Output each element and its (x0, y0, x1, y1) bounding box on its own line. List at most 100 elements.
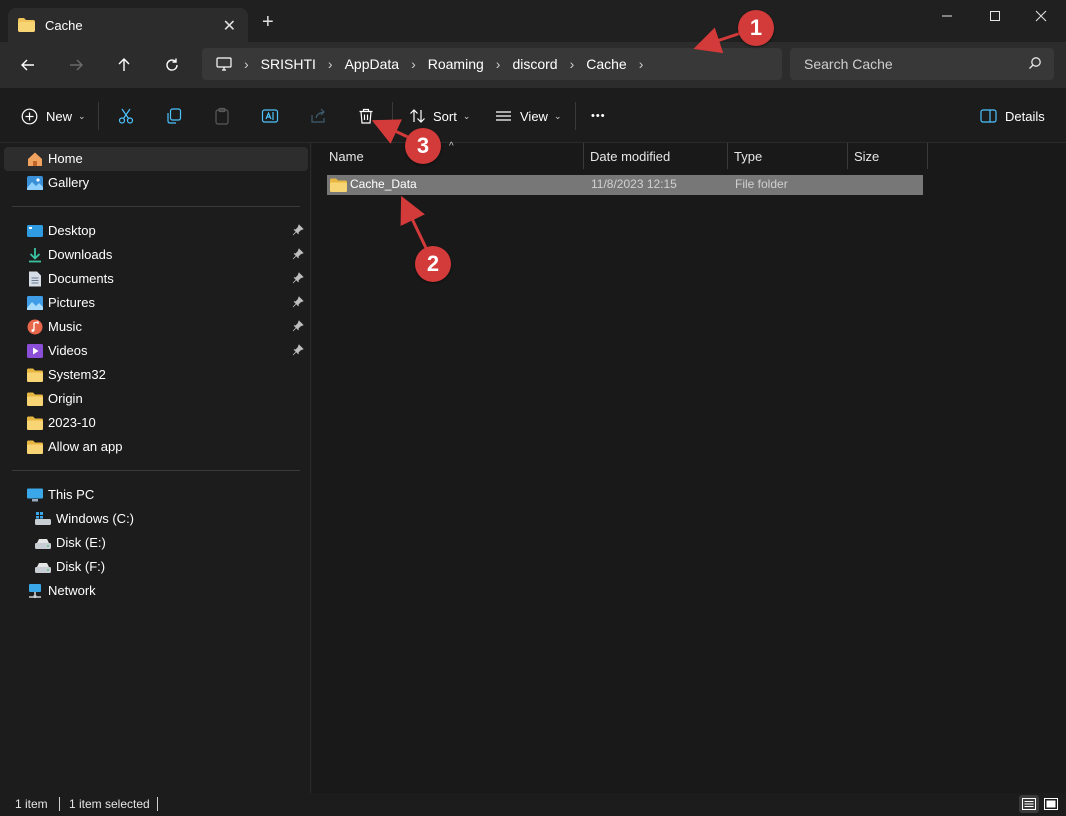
file-list: Name ^ Date modified Type Size Cache_Dat… (312, 141, 1066, 793)
tiles-view-button[interactable] (1041, 795, 1061, 813)
new-tab-button[interactable]: + (262, 12, 274, 32)
maximize-button[interactable] (972, 4, 1018, 28)
sidebar-item-disk-e[interactable]: Disk (E:) (4, 531, 308, 555)
refresh-icon (166, 58, 178, 71)
details-button[interactable]: Details (980, 104, 1045, 128)
sidebar-item-label: Origin (48, 391, 83, 406)
file-name: Cache_Data (350, 177, 417, 191)
up-button[interactable] (109, 51, 139, 79)
search-placeholder: Search Cache (804, 56, 893, 72)
sidebar-item-system32[interactable]: System32 (4, 363, 308, 387)
sidebar-item-network[interactable]: Network (4, 579, 308, 603)
pin-icon[interactable] (292, 320, 304, 332)
sort-icon (410, 109, 425, 123)
back-button[interactable] (13, 51, 43, 79)
tab-cache[interactable]: Cache ✕ (8, 8, 248, 42)
column-header-type[interactable]: Type (728, 143, 848, 169)
column-header-size[interactable]: Size (848, 143, 928, 169)
refresh-button[interactable] (157, 51, 187, 79)
breadcrumb-roaming[interactable]: Roaming (428, 56, 484, 72)
sidebar-item-windows-c[interactable]: Windows (C:) (4, 507, 308, 531)
minimize-button[interactable] (924, 4, 970, 28)
scissors-icon (118, 108, 134, 124)
sort-button[interactable]: Sort ⌄ (409, 104, 470, 128)
chevron-down-icon: ⌄ (78, 110, 86, 121)
drive-icon (35, 563, 51, 573)
delete-button[interactable] (357, 104, 375, 128)
sidebar-item-label: Pictures (48, 295, 95, 310)
search-icon[interactable] (1028, 56, 1042, 70)
share-button[interactable] (309, 104, 327, 128)
folder-icon (27, 440, 43, 454)
chevron-right-icon[interactable]: › (411, 56, 416, 72)
pin-icon[interactable] (292, 248, 304, 260)
annotation-badge-2: 2 (415, 246, 451, 282)
sidebar-item-downloads[interactable]: Downloads (4, 243, 308, 267)
sidebar-item-label: This PC (48, 487, 95, 502)
sidebar-item-origin[interactable]: Origin (4, 387, 308, 411)
copy-button[interactable] (165, 104, 183, 128)
folder-icon (27, 416, 43, 430)
computer-icon (27, 488, 43, 502)
chevron-right-icon[interactable]: › (496, 56, 501, 72)
toolbar-divider (392, 102, 393, 130)
sidebar-item-home[interactable]: Home (4, 147, 308, 171)
view-button[interactable]: View ⌄ (495, 104, 562, 128)
sort-ascending-icon: ^ (449, 141, 454, 152)
pin-icon[interactable] (292, 272, 304, 284)
chevron-right-icon: › (244, 56, 249, 72)
maximize-icon (990, 11, 1000, 21)
sidebar-item-this-pc[interactable]: This PC (4, 483, 308, 507)
more-options-button[interactable]: ••• (591, 104, 606, 128)
folder-icon (27, 368, 43, 382)
paste-button[interactable] (213, 104, 231, 128)
folder-icon (27, 392, 43, 406)
close-window-button[interactable] (1018, 4, 1064, 28)
rename-icon (261, 109, 279, 123)
address-bar[interactable]: › SRISHTI › AppData › Roaming › discord … (202, 48, 782, 80)
pin-icon[interactable] (292, 224, 304, 236)
sidebar-item-disk-f[interactable]: Disk (F:) (4, 555, 308, 579)
column-header-label: Size (854, 148, 880, 164)
tiles-view-icon (1044, 798, 1058, 810)
item-count: 1 item (15, 797, 48, 811)
sidebar-item-pictures[interactable]: Pictures (4, 291, 308, 315)
sidebar-item-gallery[interactable]: Gallery (4, 171, 308, 195)
sidebar-item-label: System32 (48, 367, 106, 382)
close-icon (1035, 10, 1047, 22)
up-arrow-icon (118, 58, 130, 71)
breadcrumb-appdata[interactable]: AppData (345, 56, 399, 72)
chevron-right-icon[interactable]: › (570, 56, 575, 72)
pin-icon[interactable] (292, 344, 304, 356)
chevron-right-icon[interactable]: › (328, 56, 333, 72)
breadcrumb-discord[interactable]: discord (512, 56, 557, 72)
annotation-badge-1: 1 (738, 10, 774, 46)
sidebar-item-music[interactable]: Music (4, 315, 308, 339)
new-button[interactable]: New ⌄ (21, 104, 86, 128)
pin-icon[interactable] (292, 296, 304, 308)
details-view-icon (1022, 798, 1036, 810)
clipboard-icon (215, 107, 229, 125)
sidebar-item-documents[interactable]: Documents (4, 267, 308, 291)
details-view-button[interactable] (1019, 795, 1039, 813)
breadcrumb-cache[interactable]: Cache (586, 56, 626, 72)
windows-drive-icon (35, 512, 51, 525)
forward-button[interactable] (61, 51, 91, 79)
close-tab-icon[interactable]: ✕ (223, 16, 236, 36)
table-row[interactable]: Cache_Data 11/8/2023 12:15 File folder (327, 175, 923, 195)
back-arrow-icon (21, 59, 34, 71)
search-input[interactable]: Search Cache (790, 48, 1054, 80)
folder-icon (330, 178, 347, 192)
sidebar-item-desktop[interactable]: Desktop (4, 219, 308, 243)
sidebar-item-label: Disk (E:) (56, 535, 106, 550)
sidebar-item-videos[interactable]: Videos (4, 339, 308, 363)
breadcrumb-srishti[interactable]: SRISHTI (261, 56, 316, 72)
minimize-icon (942, 15, 952, 17)
rename-button[interactable] (261, 104, 279, 128)
chevron-right-icon[interactable]: › (639, 56, 644, 72)
cut-button[interactable] (117, 104, 135, 128)
sidebar-item-2023-10[interactable]: 2023-10 (4, 411, 308, 435)
column-header-date[interactable]: Date modified (584, 143, 728, 169)
command-bar: New ⌄ Sort ⌄ View ⌄ ••• Details (0, 88, 1066, 143)
sidebar-item-allow-an-app[interactable]: Allow an app (4, 435, 308, 459)
